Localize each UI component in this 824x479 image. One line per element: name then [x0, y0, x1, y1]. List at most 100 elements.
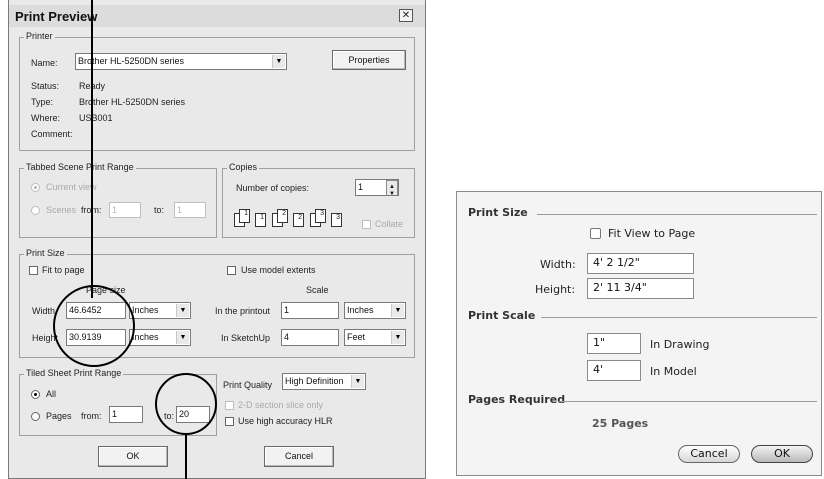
where-label: Where: — [31, 113, 61, 123]
pages-required-section-label: Pages Required — [468, 393, 566, 406]
use-model-extents-checkbox[interactable] — [227, 266, 236, 275]
chevron-down-icon: ▼ — [391, 304, 404, 317]
page-number: 1 — [244, 210, 248, 217]
callout-circle — [155, 373, 217, 435]
comment-label: Comment: — [31, 129, 73, 139]
pages-required-value: 25 Pages — [592, 417, 649, 430]
chevron-down-icon: ▼ — [176, 331, 189, 344]
spin-arrows-icon[interactable]: ▲ ▼ — [386, 180, 398, 195]
sketchup-unit-value: Feet — [347, 332, 366, 342]
all-pages-label: All — [46, 389, 57, 399]
fit-view-to-page-checkbox[interactable] — [590, 228, 601, 239]
scenes-label: Scenes — [46, 205, 77, 215]
pages-from-input[interactable]: 1 — [109, 406, 143, 423]
printout-scale-input[interactable]: 1 — [281, 302, 339, 319]
collate-label: Collate — [375, 219, 404, 229]
fit-view-to-page-label: Fit View to Page — [608, 227, 696, 240]
ok-button[interactable]: OK — [98, 446, 168, 467]
printout-unit-select[interactable]: Inches ▼ — [344, 302, 406, 319]
width-unit-select[interactable]: Inches ▼ — [129, 302, 191, 319]
type-label: Type: — [31, 97, 54, 107]
properties-button[interactable]: Properties — [332, 50, 406, 70]
in-model-input[interactable]: 4' — [587, 360, 641, 381]
print-size-group-label: Print Size — [24, 248, 67, 258]
page-icon: 1 — [255, 213, 266, 227]
copies-group-label: Copies — [227, 162, 260, 172]
cancel-button[interactable]: Cancel — [264, 446, 334, 467]
mac-width-input[interactable]: 4' 2 1/2" — [587, 253, 694, 274]
mac-print-dialog: Print Size Fit View to Page Width: 4' 2 … — [456, 191, 822, 476]
page-icon: 3 — [315, 209, 326, 223]
print-size-section-label: Print Size — [468, 206, 528, 219]
printer-name-select[interactable]: Brother HL-5250DN series ▼ — [75, 53, 287, 70]
where-value: USB001 — [79, 113, 113, 123]
in-drawing-input[interactable]: 1" — [587, 333, 641, 354]
chevron-down-icon: ▼ — [176, 304, 189, 317]
printer-name-value: Brother HL-5250DN series — [78, 56, 185, 66]
mac-height-label: Height: — [535, 283, 576, 296]
page-number: 3 — [320, 210, 324, 217]
scenes-to-input[interactable]: 1 — [174, 202, 206, 218]
height-unit-value: Inches — [132, 332, 159, 342]
copies-stepper[interactable]: 1 ▲ ▼ — [355, 179, 399, 196]
close-button[interactable]: ✕ — [399, 9, 413, 22]
pages-from-label: from: — [81, 411, 102, 421]
page-number: 2 — [298, 214, 302, 221]
scale-header: Scale — [306, 285, 329, 295]
print-quality-value: High Definition — [285, 376, 344, 386]
fit-to-page-checkbox[interactable] — [29, 266, 38, 275]
chevron-down-icon: ▼ — [272, 55, 285, 68]
pages-radio[interactable] — [31, 412, 40, 421]
high-accuracy-hlr-label: Use high accuracy HLR — [238, 416, 333, 426]
callout-circle — [53, 285, 135, 367]
tabbed-scene-range-label: Tabbed Scene Print Range — [24, 162, 136, 172]
page-icon: 1 — [239, 209, 250, 223]
print-quality-select[interactable]: High Definition ▼ — [282, 373, 366, 390]
status-label: Status: — [31, 81, 60, 91]
high-accuracy-hlr-checkbox[interactable] — [225, 417, 234, 426]
printout-unit-value: Inches — [347, 305, 374, 315]
printer-name-label: Name: — [31, 58, 58, 68]
tiled-sheet-range-label: Tiled Sheet Print Range — [24, 368, 124, 378]
mac-width-label: Width: — [540, 258, 576, 271]
mac-ok-button[interactable]: OK — [751, 445, 813, 463]
print-preview-dialog: Print Preview ✕ Printer Name: Brother HL… — [8, 0, 426, 479]
section-slice-checkbox[interactable] — [225, 401, 234, 410]
section-divider — [541, 317, 817, 318]
callout-line — [185, 434, 187, 479]
page-icon: 3 — [331, 213, 342, 227]
page-icon: 2 — [277, 209, 288, 223]
callout-line — [91, 0, 93, 298]
pages-label: Pages — [46, 411, 72, 421]
in-sketchup-label: In SketchUp — [221, 333, 271, 343]
use-model-extents-label: Use model extents — [241, 265, 316, 275]
scenes-from-input[interactable]: 1 — [109, 202, 141, 218]
fit-to-page-label: Fit to page — [42, 265, 85, 275]
all-pages-radio[interactable] — [31, 390, 40, 399]
scenes-radio[interactable] — [31, 206, 40, 215]
print-quality-label: Print Quality — [223, 380, 273, 390]
page-number: 2 — [282, 210, 286, 217]
copies-value: 1 — [358, 182, 364, 192]
mac-cancel-button[interactable]: Cancel — [678, 445, 740, 463]
section-divider — [537, 214, 817, 215]
height-unit-select[interactable]: Inches ▼ — [129, 329, 191, 346]
in-drawing-label: In Drawing — [650, 338, 710, 351]
type-value: Brother HL-5250DN series — [79, 97, 186, 107]
in-model-label: In Model — [650, 365, 697, 378]
title-bar: Print Preview ✕ — [9, 5, 425, 27]
page-icon: 2 — [293, 213, 304, 227]
page-number: 1 — [260, 214, 264, 221]
sketchup-unit-select[interactable]: Feet ▼ — [344, 329, 406, 346]
in-the-printout-label: In the printout — [215, 306, 271, 316]
number-of-copies-label: Number of copies: — [236, 183, 310, 193]
mac-height-input[interactable]: 2' 11 3/4" — [587, 278, 694, 299]
page-number: 3 — [336, 214, 340, 221]
section-slice-label: 2-D section slice only — [238, 400, 324, 410]
current-view-radio[interactable] — [31, 183, 40, 192]
width-label: Width — [32, 306, 56, 316]
sketchup-scale-input[interactable]: 4 — [281, 329, 339, 346]
scenes-to-label: to: — [154, 205, 165, 215]
printer-group-label: Printer — [24, 31, 55, 41]
collate-checkbox[interactable] — [362, 220, 371, 229]
